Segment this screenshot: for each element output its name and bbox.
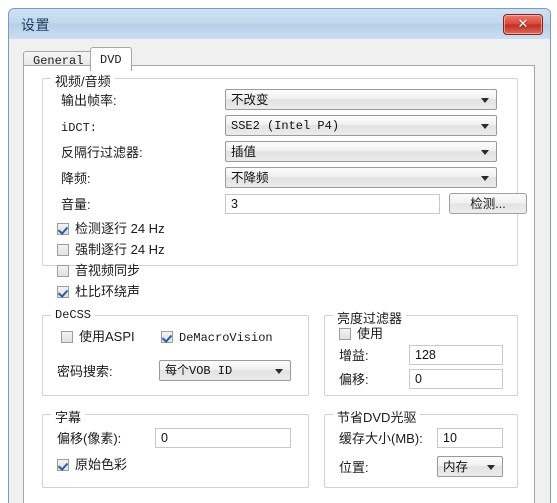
group-save-dvd-drive-title: 节省DVD光驱 <box>333 407 421 426</box>
group-subtitle: 字幕 偏移(像素): 0 原始色彩 <box>42 407 309 488</box>
input-gain-value: 128 <box>415 348 436 362</box>
group-decss-title: DeCSS <box>51 308 96 322</box>
checkbox-force-progressive-24hz-box <box>57 244 69 256</box>
combo-key-search-value: 每个VOB ID <box>165 364 233 378</box>
settings-window: 设置 ✕ General DVD 视频/音频 输出帧率: 不改变 iDCT: S… <box>8 8 551 503</box>
combo-downmix[interactable]: 不降频 <box>225 167 497 188</box>
group-video-audio-title: 视频/音频 <box>51 71 115 90</box>
group-subtitle-title: 字幕 <box>51 407 86 426</box>
label-cache-size: 缓存大小(MB): <box>339 431 423 446</box>
detect-button[interactable]: 检测... <box>449 193 527 214</box>
input-offset-value: 0 <box>415 372 422 386</box>
label-deinterlace-filter: 反隔行过滤器: <box>61 145 143 160</box>
input-subtitle-offset-value: 0 <box>161 431 168 445</box>
group-save-dvd-drive: 节省DVD光驱 缓存大小(MB): 10 位置: 内存 <box>324 407 518 488</box>
group-brightness-filter: 亮度过滤器 使用 增益: 128 偏移: 0 <box>324 308 518 396</box>
group-decss: DeCSS 使用ASPI DeMacroVision 密码搜索: 每个VOB I… <box>42 308 309 396</box>
tab-page-dvd: 视频/音频 输出帧率: 不改变 iDCT: SSE2 (Intel P4) 反隔 <box>23 65 535 503</box>
input-gain[interactable]: 128 <box>409 345 503 365</box>
client-area: General DVD 视频/音频 输出帧率: 不改变 iDCT: SSE2 (… <box>9 39 550 503</box>
input-volume[interactable]: 3 <box>225 194 440 214</box>
group-video-audio: 视频/音频 输出帧率: 不改变 iDCT: SSE2 (Intel P4) 反隔 <box>42 71 527 299</box>
window-title: 设置 <box>21 17 50 33</box>
combo-location[interactable]: 内存 <box>437 456 503 477</box>
label-subtitle-offset: 偏移(像素): <box>57 431 122 446</box>
checkbox-original-color-label: 原始色彩 <box>75 457 128 472</box>
chevron-down-icon <box>481 124 489 129</box>
combo-location-value: 内存 <box>443 460 469 474</box>
checkbox-original-color-box <box>57 459 69 471</box>
combo-idct-value: SSE2 (Intel P4) <box>231 119 340 133</box>
chevron-down-icon <box>487 465 495 470</box>
input-volume-value: 3 <box>231 197 238 211</box>
chevron-down-icon <box>481 98 489 103</box>
checkbox-demacrovision-label: DeMacroVision <box>179 331 273 345</box>
input-subtitle-offset[interactable]: 0 <box>155 428 291 448</box>
checkbox-brightness-enable-label: 使用 <box>357 326 384 341</box>
combo-idct[interactable]: SSE2 (Intel P4) <box>225 115 497 136</box>
label-output-framerate: 输出帧率: <box>61 93 117 108</box>
combo-output-framerate-value: 不改变 <box>231 93 269 107</box>
combo-downmix-value: 不降频 <box>231 171 269 185</box>
label-idct: iDCT: <box>61 121 98 135</box>
checkbox-av-sync-box <box>57 265 69 277</box>
label-offset: 偏移: <box>339 372 369 387</box>
checkbox-force-progressive-24hz-label: 强制逐行 24 Hz <box>75 242 165 257</box>
checkbox-brightness-enable-box <box>339 328 351 340</box>
title-bar: 设置 ✕ <box>9 9 550 40</box>
label-location: 位置: <box>339 460 369 475</box>
input-cache-size[interactable]: 10 <box>437 428 503 448</box>
close-icon: ✕ <box>517 16 529 31</box>
label-gain: 增益: <box>339 348 369 363</box>
checkbox-detect-progressive-24hz-box <box>57 223 69 235</box>
combo-key-search[interactable]: 每个VOB ID <box>159 360 291 381</box>
checkbox-dolby-surround-box <box>57 286 69 298</box>
combo-deinterlace-filter-value: 插值 <box>231 145 257 159</box>
close-button[interactable]: ✕ <box>503 14 543 35</box>
checkbox-demacrovision-box <box>161 331 173 343</box>
label-volume: 音量: <box>61 197 91 212</box>
chevron-down-icon <box>481 176 489 181</box>
input-cache-size-value: 10 <box>443 431 457 445</box>
label-downmix: 降频: <box>61 171 91 186</box>
chevron-down-icon <box>481 150 489 155</box>
checkbox-detect-progressive-24hz-label: 检测逐行 24 Hz <box>75 221 165 236</box>
chevron-down-icon <box>275 369 283 374</box>
combo-output-framerate[interactable]: 不改变 <box>225 89 497 110</box>
checkbox-dolby-surround-label: 杜比环绕声 <box>75 284 141 299</box>
screenshot-root: 设置 ✕ General DVD 视频/音频 输出帧率: 不改变 iDCT: S… <box>0 0 557 503</box>
checkbox-use-aspi-label: 使用ASPI <box>79 329 135 344</box>
label-key-search: 密码搜索: <box>57 364 113 379</box>
checkbox-av-sync-label: 音视频同步 <box>75 263 141 278</box>
combo-deinterlace-filter[interactable]: 插值 <box>225 141 497 162</box>
group-brightness-filter-title: 亮度过滤器 <box>333 308 407 327</box>
checkbox-use-aspi-box <box>61 331 73 343</box>
input-offset[interactable]: 0 <box>409 369 503 389</box>
tab-dvd[interactable]: DVD <box>90 47 132 71</box>
